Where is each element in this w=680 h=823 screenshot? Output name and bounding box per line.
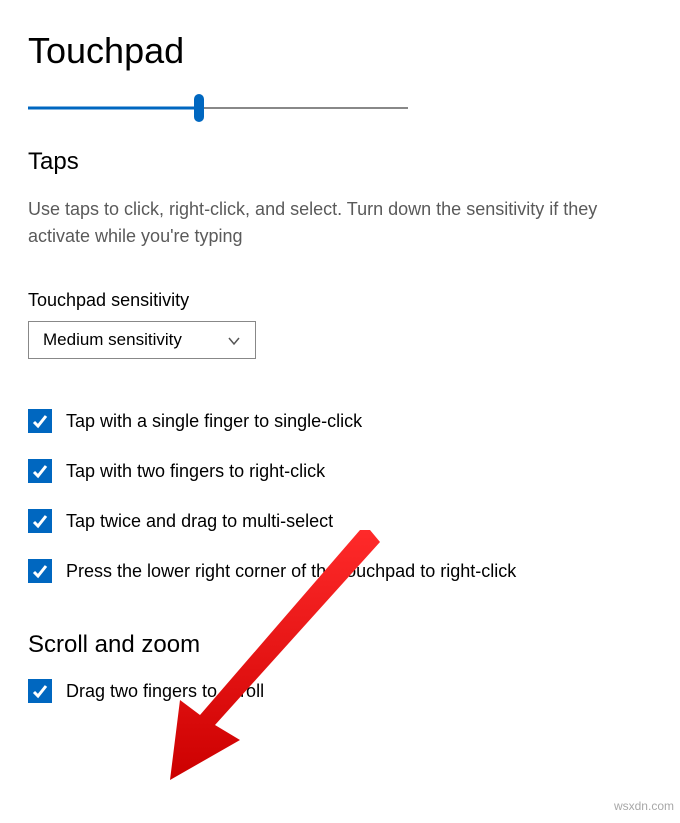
checkbox-label: Tap twice and drag to multi-select — [66, 511, 333, 532]
sensitivity-label: Touchpad sensitivity — [28, 290, 652, 311]
checkbox-label: Drag two fingers to scroll — [66, 681, 264, 702]
checkbox-icon[interactable] — [28, 409, 52, 433]
checkbox-icon[interactable] — [28, 459, 52, 483]
checkbox-label: Tap with two fingers to right-click — [66, 461, 325, 482]
taps-heading: Taps — [28, 148, 652, 176]
checkbox-icon[interactable] — [28, 559, 52, 583]
checkbox-lower-right-corner[interactable]: Press the lower right corner of the touc… — [28, 559, 652, 583]
watermark: wsxdn.com — [614, 799, 674, 813]
scroll-zoom-heading: Scroll and zoom — [28, 631, 652, 659]
checkbox-label: Press the lower right corner of the touc… — [66, 561, 516, 582]
checkbox-tap-twice-drag[interactable]: Tap twice and drag to multi-select — [28, 509, 652, 533]
checkbox-two-finger-tap[interactable]: Tap with two fingers to right-click — [28, 459, 652, 483]
chevron-down-icon — [227, 333, 241, 347]
checkbox-label: Tap with a single finger to single-click — [66, 411, 362, 432]
sensitivity-dropdown[interactable]: Medium sensitivity — [28, 321, 256, 359]
checkbox-single-tap[interactable]: Tap with a single finger to single-click — [28, 409, 652, 433]
slider-thumb[interactable] — [194, 94, 204, 122]
checkbox-drag-two-fingers[interactable]: Drag two fingers to scroll — [28, 679, 652, 703]
checkbox-icon[interactable] — [28, 679, 52, 703]
page-title: Touchpad — [28, 30, 652, 72]
checkbox-icon[interactable] — [28, 509, 52, 533]
slider-track-filled — [28, 107, 199, 110]
touchpad-slider[interactable] — [28, 96, 408, 120]
sensitivity-value: Medium sensitivity — [43, 330, 182, 350]
taps-description: Use taps to click, right-click, and sele… — [28, 196, 638, 250]
